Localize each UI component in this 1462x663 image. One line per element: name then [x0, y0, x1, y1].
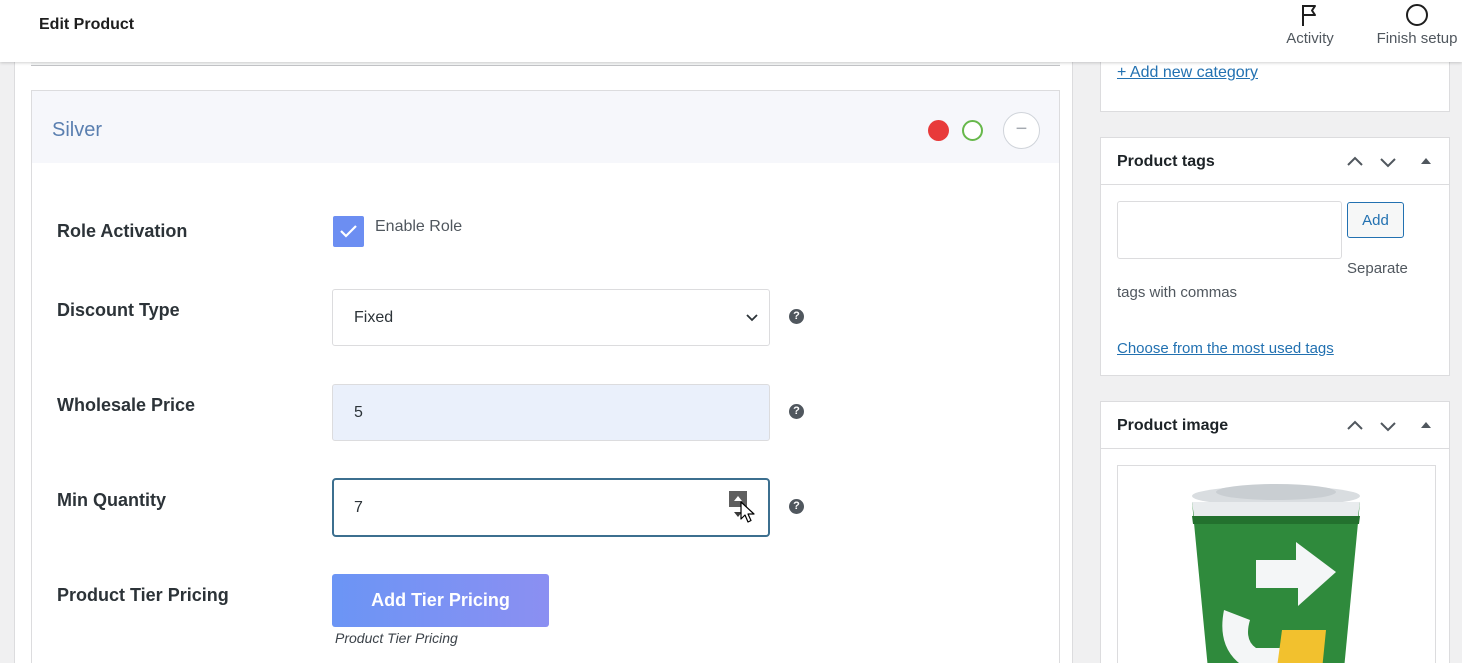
add-tag-button[interactable]: Add	[1347, 202, 1404, 238]
add-new-category-link[interactable]: + Add new category	[1117, 64, 1258, 82]
role-card-silver: Silver − Role Activation Enable Role Dis…	[31, 90, 1060, 663]
add-tier-pricing-button[interactable]: Add Tier Pricing	[332, 574, 549, 627]
tags-help-text-line2: tags with commas	[1117, 284, 1238, 301]
product-image-thumbnail[interactable]	[1117, 465, 1436, 663]
circle-icon	[1372, 2, 1462, 28]
choose-most-used-tags-link[interactable]: Choose from the most used tags	[1117, 340, 1334, 357]
previous-card-edge	[31, 62, 1060, 66]
role-name: Silver	[52, 119, 103, 141]
product-image-box: Product image	[1100, 401, 1450, 663]
wholesale-price-help-icon[interactable]: ?	[789, 404, 804, 419]
activity-button[interactable]: Activity	[1280, 2, 1340, 47]
discount-type-value: Fixed	[354, 309, 394, 326]
flag-icon	[1280, 2, 1340, 28]
min-quantity-help-icon[interactable]: ?	[789, 499, 804, 514]
enable-role-label[interactable]: Enable Role	[375, 218, 462, 236]
product-image-title: Product image	[1117, 417, 1229, 434]
toggle-panel-triangle-icon[interactable]	[1420, 155, 1432, 167]
tags-help-text-line1: Separate	[1347, 260, 1408, 277]
role-activation-label: Role Activation	[57, 221, 188, 241]
discount-type-select[interactable]: Fixed	[332, 289, 770, 346]
role-card-header[interactable]: Silver −	[32, 91, 1059, 163]
checkmark-icon	[340, 225, 357, 238]
min-quantity-input[interactable]	[332, 478, 770, 537]
main-panel: Silver − Role Activation Enable Role Dis…	[14, 62, 1073, 663]
top-bar: Edit Product Activity Finish setup	[0, 0, 1462, 62]
min-quantity-label: Min Quantity	[57, 490, 166, 510]
chevron-down-icon	[746, 314, 758, 322]
product-tags-header: Product tags	[1101, 138, 1449, 185]
tag-input[interactable]	[1117, 201, 1342, 259]
page-title: Edit Product	[39, 16, 135, 33]
product-image-header: Product image	[1101, 402, 1449, 449]
mouse-cursor-icon	[740, 501, 755, 523]
move-up-chevron-icon[interactable]	[1345, 152, 1365, 172]
finish-setup-button[interactable]: Finish setup	[1372, 2, 1462, 47]
role-status-green-icon	[962, 120, 983, 141]
toggle-panel-triangle-icon[interactable]	[1420, 419, 1432, 431]
activity-label: Activity	[1286, 30, 1334, 47]
move-up-chevron-icon[interactable]	[1345, 416, 1365, 436]
move-down-chevron-icon[interactable]	[1378, 416, 1398, 436]
collapse-minus-button[interactable]: −	[1003, 112, 1040, 149]
product-tags-box: Product tags Add Separate tags with comm…	[1100, 137, 1450, 376]
product-tags-title: Product tags	[1117, 153, 1215, 170]
tier-pricing-hint: Product Tier Pricing	[335, 630, 458, 646]
enable-role-checkbox[interactable]	[333, 216, 364, 247]
wholesale-price-label: Wholesale Price	[57, 395, 196, 415]
discount-type-help-icon[interactable]: ?	[789, 309, 804, 324]
role-status-red-icon	[928, 120, 949, 141]
green-cup-image	[1192, 484, 1360, 663]
move-down-chevron-icon[interactable]	[1378, 152, 1398, 172]
discount-type-label: Discount Type	[57, 300, 180, 320]
finish-setup-label: Finish setup	[1376, 30, 1458, 47]
tier-pricing-label: Product Tier Pricing	[57, 585, 229, 605]
wholesale-price-input[interactable]	[332, 384, 770, 441]
